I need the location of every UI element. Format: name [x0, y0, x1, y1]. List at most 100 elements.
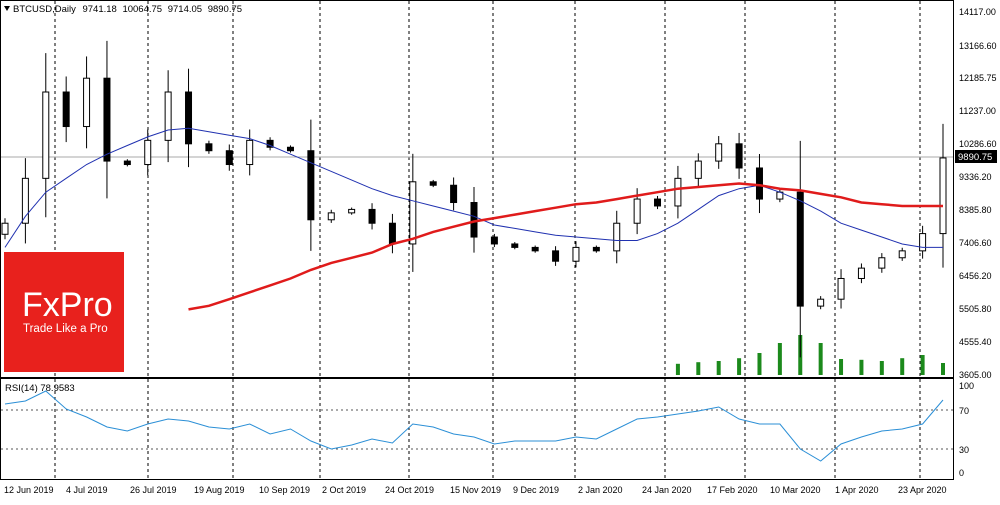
main-pane[interactable]: [0, 0, 954, 378]
price-tick: 12185.75: [959, 73, 997, 83]
date-tick: 9 Dec 2019: [513, 485, 559, 495]
price-tick: 5505.80: [959, 304, 992, 314]
price-tick: 6456.20: [959, 271, 992, 281]
candle-body: [755, 167, 763, 200]
date-tick: 1 Apr 2020: [835, 485, 879, 495]
volume-bar: [757, 353, 762, 375]
candle-body: [715, 143, 723, 162]
volume-bar: [900, 358, 905, 375]
price-tick: 4555.40: [959, 337, 992, 347]
price-tick: 7406.60: [959, 238, 992, 248]
candle-body: [878, 257, 886, 269]
candle-body: [164, 91, 172, 141]
date-tick: 10 Mar 2020: [770, 485, 821, 495]
candle-body: [837, 277, 845, 300]
candle-body: [857, 267, 865, 279]
candle-body: [939, 157, 947, 235]
date-tick: 17 Feb 2020: [707, 485, 758, 495]
rsi-tick: 0: [959, 468, 964, 478]
candle-body: [42, 91, 50, 179]
chart-window: BTCUSD,Daily 9741.18 10064.75 9714.05 98…: [0, 0, 1000, 500]
rsi-tick: 30: [959, 445, 969, 455]
candle-body: [205, 143, 213, 152]
candle-body: [511, 243, 519, 248]
candle-body: [123, 160, 131, 166]
volume-bar: [696, 362, 701, 375]
logo-tagline: Trade Like a Pro: [23, 323, 108, 335]
candle-body: [185, 91, 193, 145]
date-tick: 4 Jul 2019: [66, 485, 108, 495]
candle-body: [429, 181, 437, 186]
date-tick: 26 Jul 2019: [130, 485, 177, 495]
candle-body: [572, 246, 580, 262]
candle-body: [368, 208, 376, 224]
price-tick: 8385.80: [959, 205, 992, 215]
date-tick: 19 Aug 2019: [194, 485, 245, 495]
candle-body: [450, 184, 458, 204]
date-tick: 24 Jan 2020: [642, 485, 692, 495]
volume-bar: [675, 363, 680, 375]
candle-body: [327, 212, 335, 221]
date-tick: 24 Oct 2019: [385, 485, 434, 495]
candle-body: [144, 139, 152, 166]
date-tick: 10 Sep 2019: [259, 485, 310, 495]
candle-body: [83, 77, 91, 128]
candle-body: [531, 246, 539, 252]
volume-bar: [879, 361, 884, 375]
volume-bar: [777, 343, 782, 375]
candle-body: [919, 233, 927, 252]
candle-body: [613, 222, 621, 252]
volume-bar: [737, 358, 742, 375]
candle-body: [286, 146, 294, 152]
rsi-tick: 100: [959, 381, 974, 391]
candle-body: [694, 160, 702, 179]
candle-body: [817, 298, 825, 307]
price-tick: 10286.60: [959, 139, 997, 149]
date-tick: 12 Jun 2019: [4, 485, 54, 495]
date-tick: 2 Jan 2020: [578, 485, 623, 495]
price-chart[interactable]: BTCUSD,Daily 9741.18 10064.75 9714.05 98…: [0, 0, 1000, 500]
candle-body: [633, 198, 641, 224]
candle-body: [225, 150, 233, 166]
price-tick: 9336.20: [959, 172, 992, 182]
candle-body: [103, 77, 111, 162]
candle-body: [388, 222, 396, 245]
candle-body: [1, 222, 9, 235]
rsi-label: RSI(14) 78.9583: [5, 383, 75, 394]
volume-bar: [920, 355, 925, 375]
candle-body: [898, 250, 906, 259]
price-tick: 13166.60: [959, 41, 997, 51]
logo-brand: FxPro: [22, 286, 113, 324]
volume-bar: [859, 359, 864, 375]
rsi-pane[interactable]: [0, 378, 954, 480]
chart-symbol: BTCUSD,Daily 9741.18 10064.75 9714.05 98…: [13, 4, 242, 15]
candle-body: [470, 202, 478, 238]
rsi-tick: 70: [959, 406, 969, 416]
price-tick: 3605.00: [959, 370, 992, 380]
candle-body: [62, 91, 70, 128]
volume-bar: [839, 359, 844, 375]
candle-body: [490, 236, 498, 245]
candle-body: [409, 181, 417, 245]
date-tick: 15 Nov 2019: [450, 485, 501, 495]
candle-body: [246, 139, 254, 166]
volume-bar: [716, 361, 721, 375]
time-axis: 12 Jun 2019 4 Jul 2019 26 Jul 2019 19 Au…: [4, 485, 947, 495]
candle-body: [592, 246, 600, 252]
date-tick: 23 Apr 2020: [898, 485, 947, 495]
volume-bar: [818, 343, 823, 375]
candle-body: [307, 150, 315, 221]
candle-body: [796, 191, 804, 307]
last-price-label: 9890.75: [958, 152, 992, 163]
price-tick: 11237.00: [959, 106, 996, 116]
price-tick: 14117.00: [959, 7, 996, 17]
date-tick: 2 Oct 2019: [322, 485, 366, 495]
rsi-axis: 100 70 30 0: [959, 381, 974, 478]
candle-body: [735, 143, 743, 169]
candle-body: [674, 177, 682, 207]
candle-body: [552, 250, 560, 262]
candle-body: [654, 198, 662, 207]
candle-body: [348, 208, 356, 214]
price-axis: 14117.00 13166.60 12185.75 11237.00 1028…: [959, 7, 997, 380]
volume-bar: [941, 363, 945, 375]
